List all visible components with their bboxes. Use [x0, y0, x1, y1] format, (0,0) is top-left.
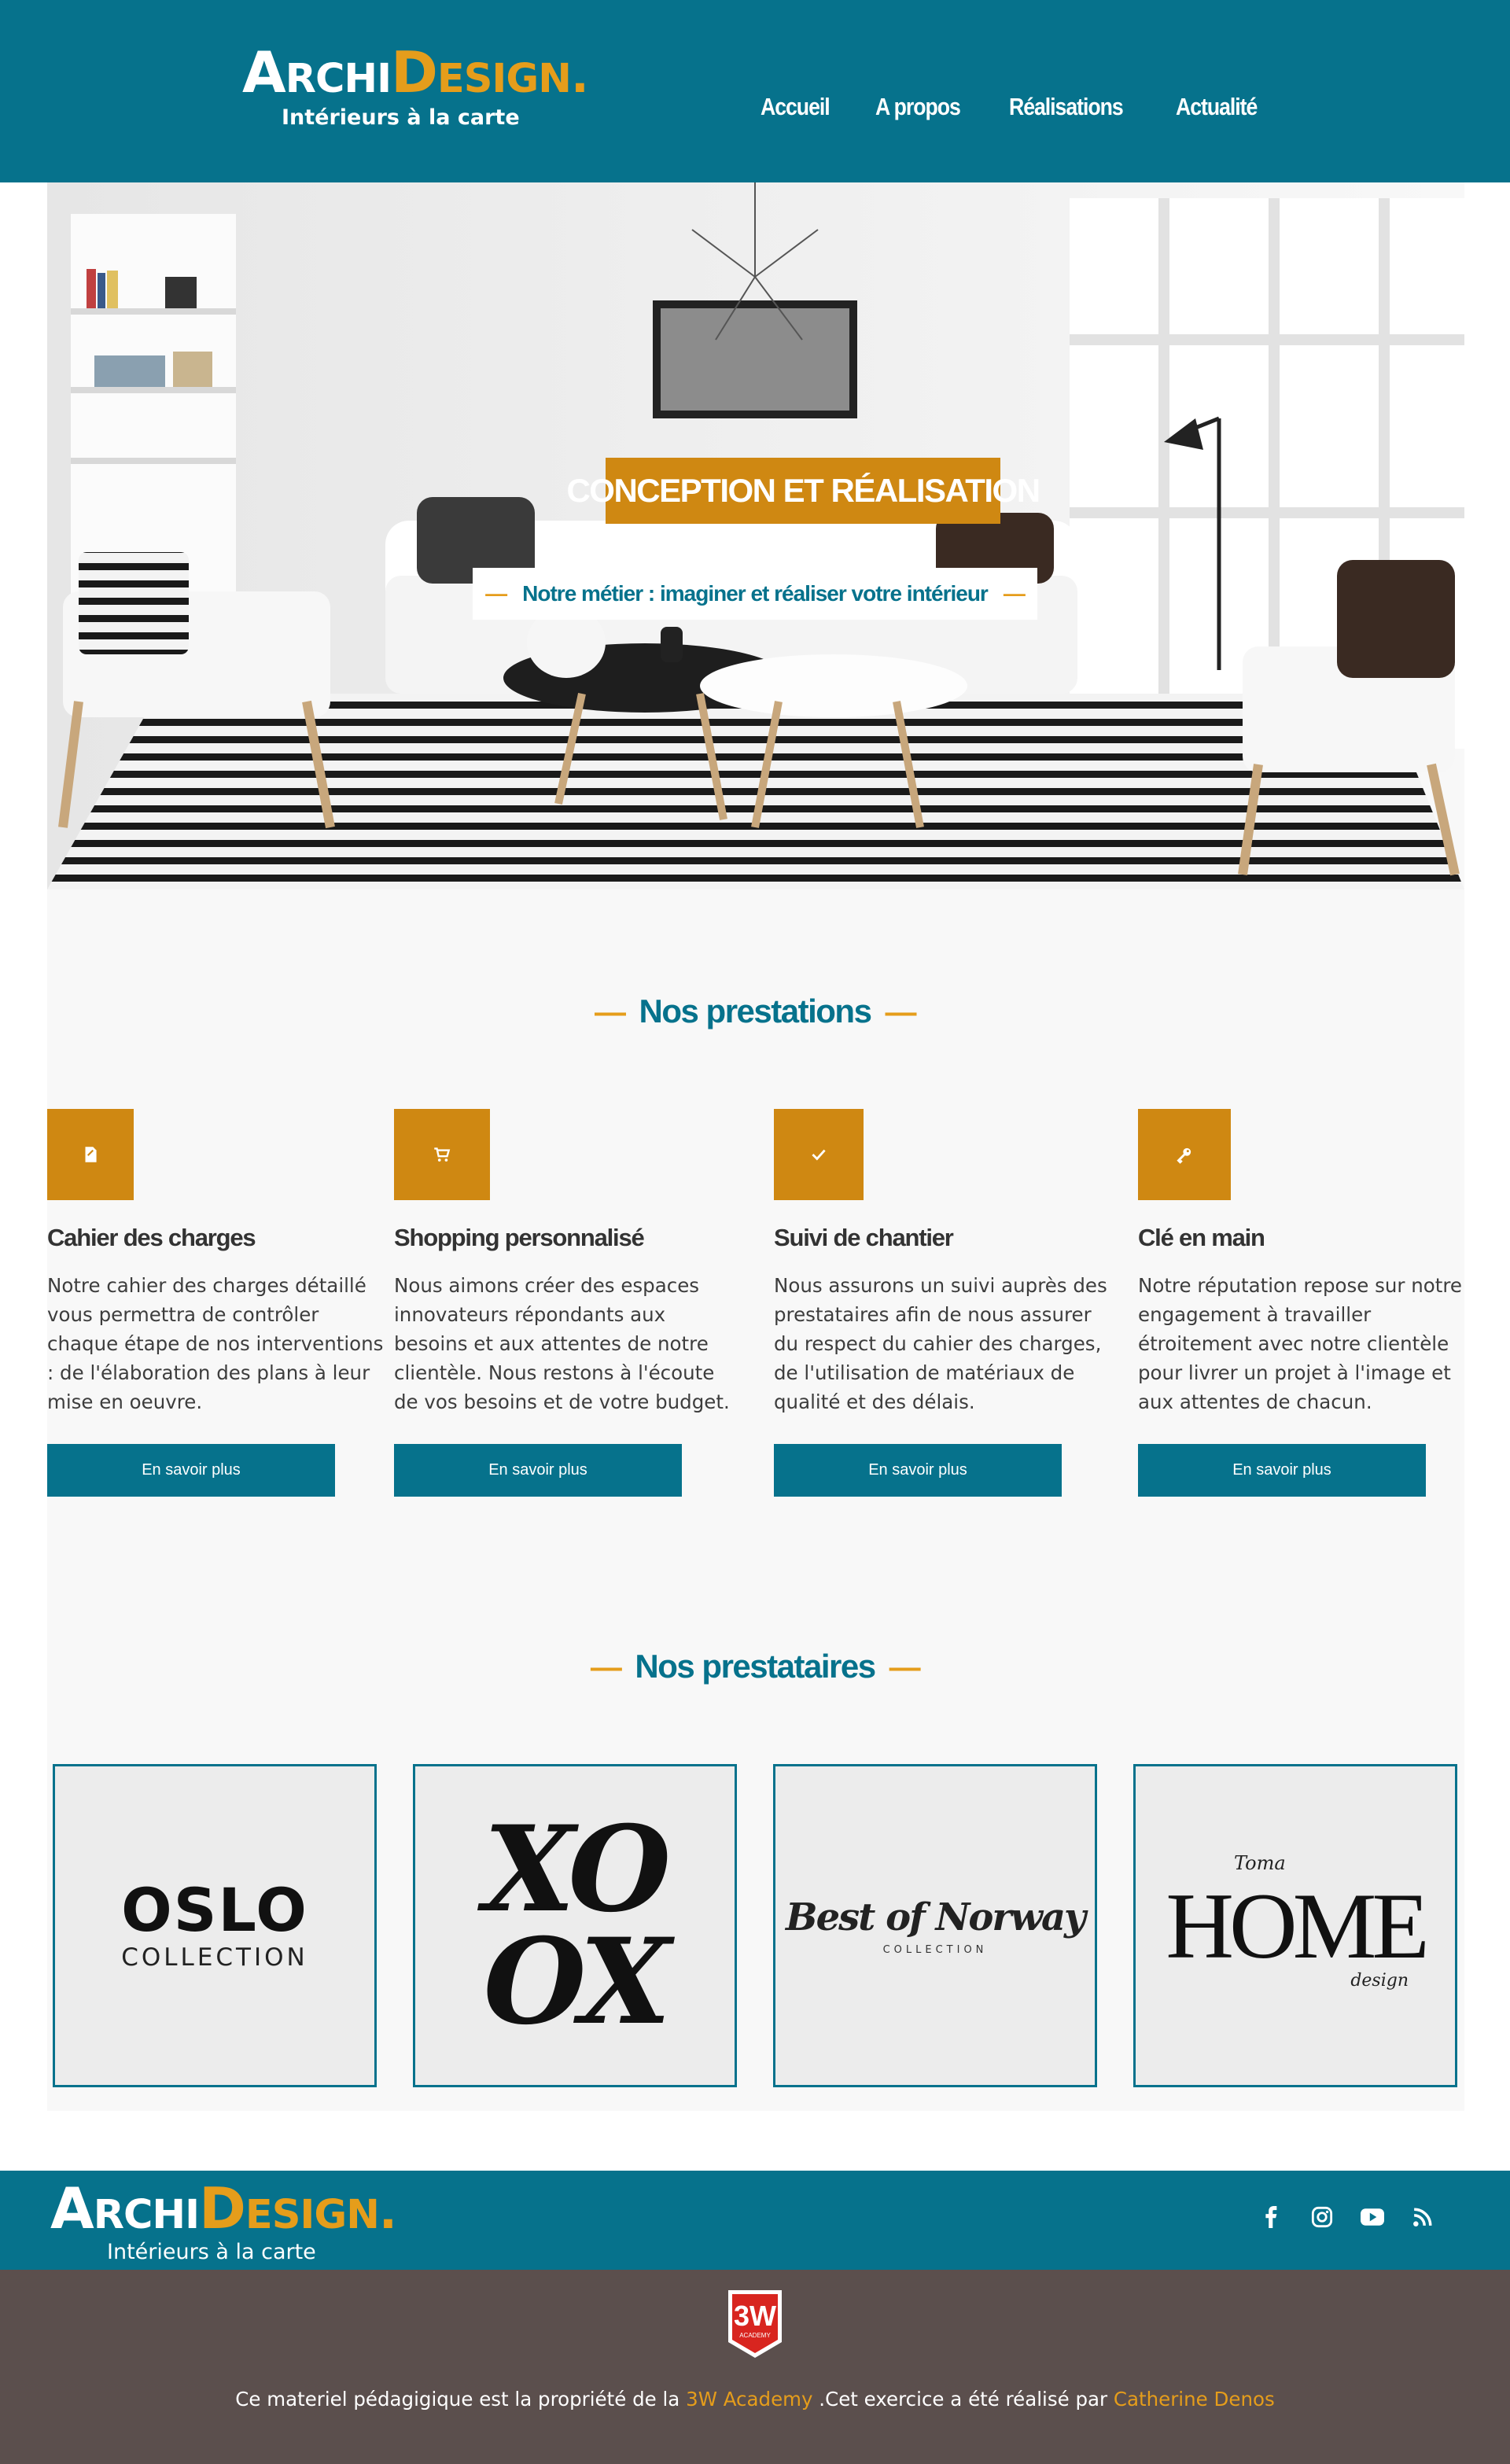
key-icon	[1177, 1147, 1191, 1164]
3w-academy-logo[interactable]: 3W ACADEMY	[725, 2290, 785, 2358]
logo-wordmark: ARCHIDESIGN.	[50, 2180, 397, 2240]
dash-left: —	[595, 995, 626, 1029]
service-card: Cahier des charges Notre cahier des char…	[47, 1109, 393, 1497]
logo-dot: .	[378, 2185, 397, 2240]
instagram-icon[interactable]	[1310, 2205, 1334, 2229]
service-more-button[interactable]: En savoir plus	[47, 1444, 335, 1497]
logo-initial-d: D	[391, 39, 438, 105]
service-more-button[interactable]: En savoir plus	[774, 1444, 1062, 1497]
xoox-logo: XO OX	[483, 1800, 671, 2051]
nav-accueil[interactable]: Accueil	[761, 93, 830, 121]
logo-wordmark: ARCHIDESIGN.	[242, 44, 589, 104]
credit-prefix: Ce materiel pédagigique est la propriété…	[235, 2388, 687, 2411]
oslo-logo: OSLO COLLECTION	[121, 1880, 308, 1972]
nav-a-propos[interactable]: A propos	[875, 93, 961, 121]
logo-initial-a: A	[242, 39, 286, 105]
site-logo[interactable]: ARCHIDESIGN. Intérieurs à la carte	[242, 44, 589, 130]
service-text: Notre réputation repose sur notre engage…	[1138, 1274, 1463, 1413]
dash-right: —	[889, 1650, 921, 1685]
rss-icon[interactable]	[1411, 2205, 1434, 2229]
credit-middle: .Cet exercice a été réalisé par	[812, 2388, 1114, 2411]
service-icon-box	[47, 1109, 134, 1200]
service-text: Nous assurons un suivi auprès des presta…	[774, 1274, 1107, 1413]
hero-title: CONCEPTION ET RÉALISATION	[566, 458, 1040, 524]
cart-icon	[434, 1147, 451, 1162]
service-more-button[interactable]: En savoir plus	[1138, 1444, 1426, 1497]
oslo-name: OSLO	[121, 1874, 308, 1945]
xoox-line1: XO	[483, 1800, 671, 1939]
partners-title-text: Nos prestataires	[635, 1648, 876, 1685]
service-text: Nous aimons créer des espaces innovateur…	[394, 1274, 730, 1413]
partner-home[interactable]: Toma HOME design	[1133, 1764, 1457, 2087]
logo-design: ESIGN	[245, 2192, 380, 2238]
partner-best-of-norway[interactable]: Best of Norway COLLECTION	[773, 1764, 1097, 2087]
oslo-sub: COLLECTION	[121, 1943, 308, 1972]
home-name: HOME	[1166, 1873, 1429, 1978]
academy-logo-big: 3W	[734, 2300, 776, 2332]
youtube-icon[interactable]	[1361, 2205, 1384, 2229]
hero-subtitle: Notre métier : imaginer et réaliser votr…	[522, 581, 989, 606]
checkmark-icon	[812, 1149, 826, 1161]
footer-top: ARCHIDESIGN. Intérieurs à la carte	[0, 2171, 1510, 2270]
service-text: Notre cahier des charges détaillé vous p…	[47, 1274, 384, 1413]
service-card: Shopping personnalisé Nous aimons créer …	[394, 1109, 740, 1497]
facebook-icon[interactable]	[1260, 2205, 1284, 2229]
logo-initial-a: A	[50, 2175, 94, 2241]
partner-xoox[interactable]: XO OX	[413, 1764, 737, 2087]
best-of-norway-name: Best of Norway	[786, 1895, 1086, 1939]
logo-archi: RCHI	[93, 2192, 200, 2238]
hero-subtitle-box: — Notre métier : imaginer et réaliser vo…	[473, 568, 1037, 620]
document-icon	[85, 1147, 97, 1162]
credit-link-3w[interactable]: 3W Academy	[686, 2388, 812, 2411]
service-title: Suivi de chantier	[774, 1224, 954, 1251]
logo-design: ESIGN	[436, 56, 572, 102]
service-card: Clé en main Notre réputation repose sur …	[1138, 1109, 1484, 1497]
home-logo: Toma HOME design	[1162, 1852, 1429, 1991]
partners-title: — Nos prestataires —	[0, 1648, 1510, 1685]
service-icon-box	[774, 1109, 864, 1200]
dash-right: —	[885, 995, 916, 1029]
footer-credit: Ce materiel pédagigique est la propriété…	[0, 2388, 1510, 2411]
service-more-button[interactable]: En savoir plus	[394, 1444, 682, 1497]
service-icon-box	[394, 1109, 490, 1200]
service-icon-box	[1138, 1109, 1231, 1200]
best-of-norway-logo: Best of Norway COLLECTION	[786, 1895, 1086, 1956]
nav-actualite[interactable]: Actualité	[1176, 93, 1258, 121]
hero-banner: CONCEPTION ET RÉALISATION — Notre métier…	[47, 182, 1464, 889]
dash-left: —	[485, 581, 507, 606]
service-title: Cahier des charges	[47, 1224, 256, 1251]
services-title-text: Nos prestations	[639, 993, 872, 1029]
logo-tagline: Intérieurs à la carte	[282, 105, 520, 130]
hero-living-room-image	[47, 182, 1464, 889]
logo-dot: .	[570, 49, 589, 104]
logo-initial-d: D	[199, 2175, 246, 2241]
service-title: Clé en main	[1138, 1224, 1265, 1251]
dash-right: —	[1003, 581, 1026, 606]
logo-archi: RCHI	[285, 56, 392, 102]
partner-oslo[interactable]: OSLO COLLECTION	[53, 1764, 377, 2087]
footer-logo[interactable]: ARCHIDESIGN. Intérieurs à la carte	[50, 2180, 397, 2264]
home-small: Toma	[1234, 1851, 1286, 1874]
main-nav: Accueil A propos Réalisations Actualité	[761, 93, 1270, 121]
dash-left: —	[590, 1650, 622, 1685]
site-header: ARCHIDESIGN. Intérieurs à la carte Accue…	[0, 0, 1510, 182]
social-links	[1260, 2205, 1434, 2229]
service-title: Shopping personnalisé	[394, 1224, 645, 1251]
xoox-line2: OX	[483, 1912, 671, 2051]
academy-logo-small: ACADEMY	[739, 2332, 771, 2339]
best-of-norway-sub: COLLECTION	[882, 1944, 988, 1956]
footer-bottom: 3W ACADEMY Ce materiel pédagigique est l…	[0, 2270, 1510, 2464]
home-script: design	[1350, 1970, 1409, 1991]
service-card: Suivi de chantier Nous assurons un suivi…	[774, 1109, 1120, 1497]
credit-link-author[interactable]: Catherine Denos	[1114, 2388, 1275, 2411]
logo-tagline: Intérieurs à la carte	[107, 2240, 316, 2264]
nav-realisations[interactable]: Réalisations	[1009, 93, 1124, 121]
services-title: — Nos prestations —	[0, 993, 1510, 1030]
